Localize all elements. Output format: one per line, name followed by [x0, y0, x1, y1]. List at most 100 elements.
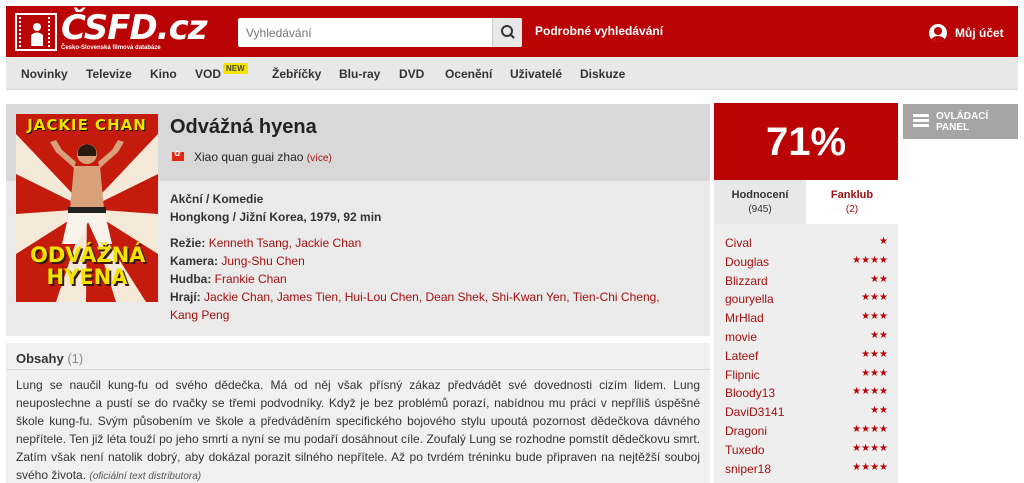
user-link[interactable]: DaviD3141 [725, 405, 784, 419]
main-nav: Novinky Televize Kino VOD NEW Žebříčky B… [6, 57, 1018, 90]
film-strip-icon [15, 13, 57, 51]
star-rating: ★★ [870, 329, 888, 341]
rating-box: 71% [714, 103, 898, 180]
nav-item-zebricky[interactable]: Žebříčky [272, 67, 321, 81]
crew-people-link[interactable]: Jackie Chan, James Tien, Hui-Lou Chen, D… [204, 290, 660, 304]
crew-people-link[interactable]: Kenneth Tsang, Jackie Chan [209, 236, 362, 250]
star-rating: ★★★★ [852, 461, 888, 473]
star-rating: ★★★★ [852, 254, 888, 266]
search-button[interactable] [492, 18, 522, 47]
user-link[interactable]: Lateef [725, 349, 758, 363]
account-label: Můj účet [955, 26, 1004, 40]
crew-people-link[interactable]: Frankie Chan [215, 272, 287, 286]
plot-count: (1) [67, 351, 84, 366]
nav-item-bluray[interactable]: Blu-ray [339, 67, 380, 81]
crew-people-link[interactable]: Jung-Shu Chen [221, 254, 304, 268]
crew-label: Hrají: [170, 290, 201, 304]
film-info-box: JACKIE CHAN ODVÁŽNÁ HYENA Odvážná hyena … [6, 104, 710, 336]
control-panel-line1: OVLÁDACÍ [936, 111, 989, 122]
tab-fanclub[interactable]: Fanklub (2) [806, 180, 898, 224]
crew-camera: Kamera: Jung-Shu Chen [170, 252, 305, 270]
list-item: Flipnic ★★★ [725, 366, 888, 385]
list-item: Cival ★ [725, 234, 888, 253]
star-rating: ★★★ [861, 348, 888, 360]
nav-item-diskuze[interactable]: Diskuze [580, 67, 625, 81]
star-rating: ★ [879, 236, 888, 247]
list-item: Tuxedo ★★★★ [725, 441, 888, 460]
user-icon [929, 24, 947, 42]
crew-label: Kamera: [170, 254, 219, 268]
star-rating: ★★★★ [852, 442, 888, 454]
tab-ratings[interactable]: Hodnocení (945) [714, 180, 806, 224]
top-bar: ČSFD.cz Česko-Slovenská filmová databáze… [6, 6, 1018, 57]
nav-item-novinky[interactable]: Novinky [21, 67, 68, 81]
nav-item-televize[interactable]: Televize [86, 67, 132, 81]
list-item: DaviD3141 ★★ [725, 403, 888, 422]
user-link[interactable]: movie [725, 330, 757, 344]
alt-title: Xiao quan guai zhao (více) [194, 150, 332, 164]
star-rating: ★★ [870, 273, 888, 285]
control-panel-label: OVLÁDACÍ PANEL [936, 111, 988, 133]
nav-item-oceneni[interactable]: Ocenění [445, 67, 492, 81]
plot-body: Lung se naučil kung-fu od svého dědečka.… [16, 378, 700, 482]
list-item: Douglas ★★★★ [725, 253, 888, 272]
star-rating: ★★ [870, 405, 888, 417]
advanced-search-link[interactable]: Podrobné vyhledávání [535, 24, 663, 38]
search-icon [501, 25, 515, 39]
crew-people-link[interactable]: Kang Peng [170, 308, 229, 322]
list-item: Dragoni ★★★★ [725, 422, 888, 441]
crew-label: Hudba: [170, 272, 212, 286]
plot-title-text: Obsahy [16, 351, 64, 366]
user-link[interactable]: Cival [725, 236, 752, 250]
film-origin: Hongkong / Jižní Korea, 1979, 92 min [170, 210, 382, 224]
nav-item-uzivatele[interactable]: Uživatelé [510, 67, 562, 81]
search-input[interactable] [238, 18, 490, 47]
film-title: Odvážná hyena [170, 116, 317, 138]
user-link[interactable]: Blizzard [725, 274, 768, 288]
user-link[interactable]: Tuxedo [725, 443, 765, 457]
crew-cast-line2: Kang Peng [170, 306, 229, 324]
user-link[interactable]: sniper18 [725, 462, 771, 476]
film-poster[interactable]: JACKIE CHAN ODVÁŽNÁ HYENA [16, 114, 158, 302]
film-genre: Akční / Komedie [170, 192, 264, 206]
crew-cast: Hrají: Jackie Chan, James Tien, Hui-Lou … [170, 288, 660, 306]
plot-section: Obsahy (1) Lung se naučil kung-fu od své… [6, 343, 710, 483]
star-rating: ★★★★ [852, 423, 888, 435]
user-link[interactable]: MrHlad [725, 311, 764, 325]
tab-fanclub-count: (2) [845, 204, 859, 215]
star-rating: ★★★ [861, 292, 888, 304]
user-link[interactable]: gouryella [725, 292, 774, 306]
list-item: sniper18 ★★★★ [725, 460, 888, 479]
user-link[interactable]: Bloody13 [725, 386, 775, 400]
list-item: gouryella ★★★ [725, 290, 888, 309]
menu-lines-icon [913, 114, 929, 128]
crew-label: Režie: [170, 236, 206, 250]
list-item: Blizzard ★★ [725, 272, 888, 291]
alt-titles-more-link[interactable]: (více) [307, 153, 332, 164]
tab-ratings-count: (945) [748, 204, 772, 215]
user-ratings-list: Cival ★ Douglas ★★★★ Blizzard ★★ gouryella ★… [714, 224, 898, 483]
user-link[interactable]: Douglas [725, 255, 769, 269]
list-item: Lateef ★★★ [725, 347, 888, 366]
star-rating: ★★★ [861, 311, 888, 323]
nav-item-vod-label: VOD [195, 67, 222, 81]
logo-subtitle: Česko-Slovenská filmová databáze [61, 45, 161, 51]
star-rating: ★★★ [861, 367, 888, 379]
nav-item-vod[interactable]: VOD NEW [195, 63, 248, 81]
nav-item-dvd[interactable]: DVD [399, 67, 424, 81]
poster-title-top: JACKIE CHAN [27, 116, 147, 134]
nav-item-kino[interactable]: Kino [150, 67, 177, 81]
crew-director: Režie: Kenneth Tsang, Jackie Chan [170, 234, 361, 252]
user-link[interactable]: Dragoni [725, 424, 767, 438]
search-box [238, 18, 522, 47]
star-rating: ★★★★ [852, 386, 888, 398]
user-link[interactable]: Flipnic [725, 368, 760, 382]
poster-title-bottom: ODVÁŽNÁ HYENA [30, 243, 146, 289]
rating-percent: 71% [765, 120, 847, 164]
account-button[interactable]: Můj účet [929, 23, 1004, 43]
control-panel-button[interactable]: OVLÁDACÍ PANEL [903, 104, 1018, 139]
list-item: Bloody13 ★★★★ [725, 384, 888, 403]
site-logo[interactable]: ČSFD.cz Česko-Slovenská filmová databáze [6, 6, 208, 57]
tab-fanclub-label: Fanklub [830, 189, 874, 201]
list-item: MrHlad ★★★ [725, 309, 888, 328]
